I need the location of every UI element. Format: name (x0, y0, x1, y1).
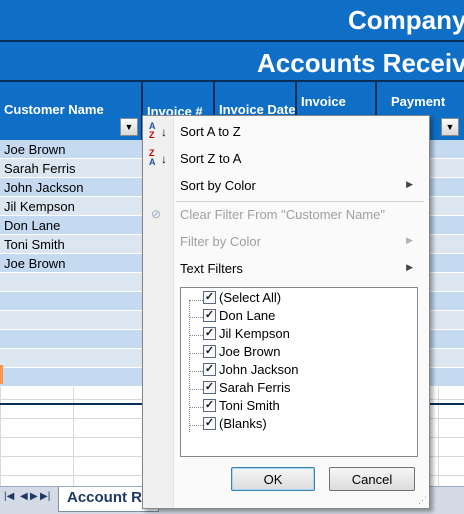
customer-name-cell[interactable]: Joe Brown (4, 142, 65, 157)
payment-terms-filter-button[interactable]: ▼ (441, 118, 459, 136)
sort-by-color-item[interactable]: Sort by Color ▶ (143, 173, 429, 199)
customer-name-cell[interactable]: Toni Smith (4, 237, 65, 252)
sort-z-to-a-label: Sort Z to A (180, 151, 242, 166)
header-customer-name: Customer Name ▼ (0, 82, 143, 140)
sort-arrow-icon: ↓ (161, 152, 167, 166)
tree-line (189, 389, 203, 390)
checkbox[interactable]: ✓ (203, 399, 216, 412)
selected-cell-marker (0, 365, 3, 384)
ok-button[interactable]: OK (231, 467, 315, 491)
report-title-bar: Accounts Receiva (0, 40, 464, 82)
checklist-label: (Blanks) (219, 416, 267, 431)
header-invoice-amount-label: Invoice (301, 94, 346, 109)
tree-line (189, 317, 203, 318)
resize-grip-icon[interactable]: ⋰ (418, 495, 427, 506)
checkbox[interactable]: ✓ (203, 291, 216, 304)
submenu-arrow-icon: ▶ (406, 179, 413, 189)
customer-name-filter-button[interactable]: ▼ (120, 118, 138, 136)
cancel-button[interactable]: Cancel (329, 467, 415, 491)
next-sheet-icon[interactable]: ▶ (30, 491, 38, 502)
checkbox[interactable]: ✓ (203, 363, 216, 376)
tree-line (189, 371, 203, 372)
checklist-label: Sarah Ferris (219, 380, 291, 395)
last-sheet-icon[interactable]: ▶| (40, 491, 50, 502)
checkbox[interactable]: ✓ (203, 309, 216, 322)
text-filters-label: Text Filters (180, 261, 243, 276)
sort-z-to-a-item[interactable]: ZA ↓ Sort Z to A (143, 146, 429, 172)
customer-name-cell[interactable]: Sarah Ferris (4, 161, 76, 176)
report-title: Accounts Receiva (257, 48, 464, 78)
prev-sheet-icon[interactable]: ◀ (20, 491, 28, 502)
filter-by-color-label: Filter by Color (180, 234, 261, 249)
sort-by-color-label: Sort by Color (180, 178, 256, 193)
customer-name-cell[interactable]: Jil Kempson (4, 199, 75, 214)
tree-line (189, 300, 203, 301)
checklist-label: Jil Kempson (219, 326, 290, 341)
checklist-label: John Jackson (219, 362, 299, 377)
checkbox[interactable]: ✓ (203, 345, 216, 358)
company-title-bar: Company (0, 0, 464, 40)
sort-arrow-icon: ↓ (161, 125, 167, 139)
checkbox[interactable]: ✓ (203, 381, 216, 394)
checkbox[interactable]: ✓ (203, 327, 216, 340)
checkbox[interactable]: ✓ (203, 417, 216, 430)
submenu-arrow-icon: ▶ (406, 262, 413, 272)
customer-name-cell[interactable]: Don Lane (4, 218, 60, 233)
company-title: Company (348, 5, 464, 35)
text-filters-item[interactable]: Text Filters ▶ (143, 256, 429, 282)
first-sheet-icon[interactable]: |◀ (4, 491, 14, 502)
sort-a-to-z-label: Sort A to Z (180, 124, 241, 139)
checklist-label: Don Lane (219, 308, 276, 323)
header-payment-terms-label: Payment (391, 94, 446, 109)
tree-line (189, 407, 203, 408)
clear-filter-item[interactable]: ⊘ Clear Filter From "Customer Name" (143, 202, 429, 228)
autofilter-menu: AZ ↓ Sort A to Z ZA ↓ Sort Z to A Sort b… (142, 115, 430, 509)
tree-line (189, 300, 190, 432)
clear-filter-label: Clear Filter From "Customer Name" (180, 207, 385, 222)
checklist-label: (Select All) (219, 290, 282, 305)
filter-values-list[interactable]: ✓ (Select All) ✓ Don Lane ✓ Jil Kempson … (180, 287, 418, 457)
checklist-label: Toni Smith (219, 398, 280, 413)
tree-line (189, 353, 203, 354)
customer-name-cell[interactable]: Joe Brown (4, 256, 65, 271)
tree-line (189, 425, 203, 426)
submenu-arrow-icon: ▶ (406, 235, 413, 245)
sort-a-to-z-item[interactable]: AZ ↓ Sort A to Z (143, 119, 429, 145)
customer-name-cell[interactable]: John Jackson (4, 180, 84, 195)
header-customer-name-label: Customer Name (4, 102, 104, 117)
checklist-label: Joe Brown (219, 344, 281, 359)
filter-by-color-item[interactable]: Filter by Color ▶ (143, 229, 429, 255)
tree-line (189, 335, 203, 336)
clear-filter-icon: ⊘ (151, 207, 162, 221)
